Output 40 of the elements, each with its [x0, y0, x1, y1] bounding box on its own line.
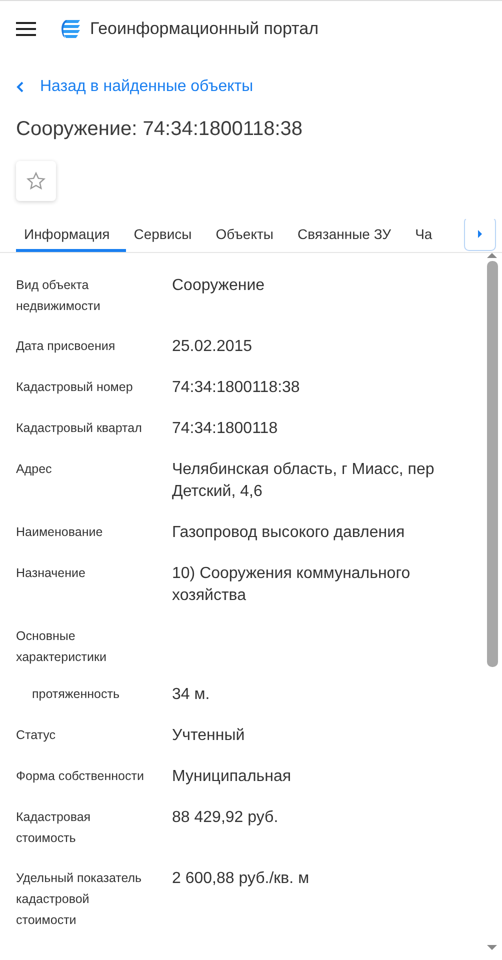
page-title: Сооружение: 74:34:1800118:38 [16, 117, 304, 141]
field-label: Адрес [16, 461, 53, 478]
tab[interactable]: Информация [16, 219, 126, 252]
field-label: Кадастровая стоимость [16, 809, 92, 847]
field-label: Наименование [16, 524, 104, 541]
field-value: Учтенный [172, 726, 245, 746]
field-value: 2 600,88 руб./кв. м [172, 869, 310, 889]
field-value: 74:34:1800118 [172, 419, 278, 439]
field-value: 34 м. [172, 685, 210, 705]
chevron-left-icon [16, 81, 24, 93]
tab[interactable]: Связанные ЗУ [289, 219, 408, 252]
field-value: 25.02.2015 [172, 337, 252, 357]
field-value: Муниципальная [172, 767, 292, 787]
field-label: Удельный показатель кадастровой стоимости [16, 870, 143, 929]
field-label: Кадастровый квартал [16, 420, 143, 437]
field-label: Назначение [16, 565, 86, 582]
portal-title: Геоинформационный портал [90, 18, 319, 40]
star-icon [26, 171, 46, 191]
tab[interactable]: Ча [407, 219, 448, 252]
field-value: Сооружение [172, 276, 265, 296]
field-label: Вид объекта недвижимости [16, 277, 102, 315]
field-value: 88 429,92 руб. [172, 808, 278, 828]
field-value: 74:34:1800118:38 [172, 378, 300, 398]
field-value: Челябинская область, г Миасс, пер Детский, 4,6 [172, 460, 436, 502]
field-label: Статус [16, 727, 57, 744]
favorite-button[interactable] [16, 161, 56, 201]
field-label: Основные характеристики [16, 628, 108, 666]
tabs-scroll-button[interactable] [464, 219, 496, 251]
field-value: 10) Сооружения коммунального хозяйства [172, 564, 412, 606]
field-label: Форма собственности [16, 768, 145, 785]
field-label: Кадастровый номер [16, 379, 134, 396]
logo-icon [60, 19, 82, 39]
menu-icon[interactable] [16, 22, 36, 36]
tab[interactable]: Сервисы [126, 219, 208, 252]
tab[interactable]: Объекты [208, 219, 290, 252]
field-label: Дата присвоения [16, 338, 116, 355]
field-label: протяженность [31, 686, 120, 703]
caret-right-icon [477, 229, 483, 239]
back-link[interactable]: Назад в найденные объекты [16, 75, 254, 99]
field-value: Газопровод высокого давления [172, 523, 405, 543]
